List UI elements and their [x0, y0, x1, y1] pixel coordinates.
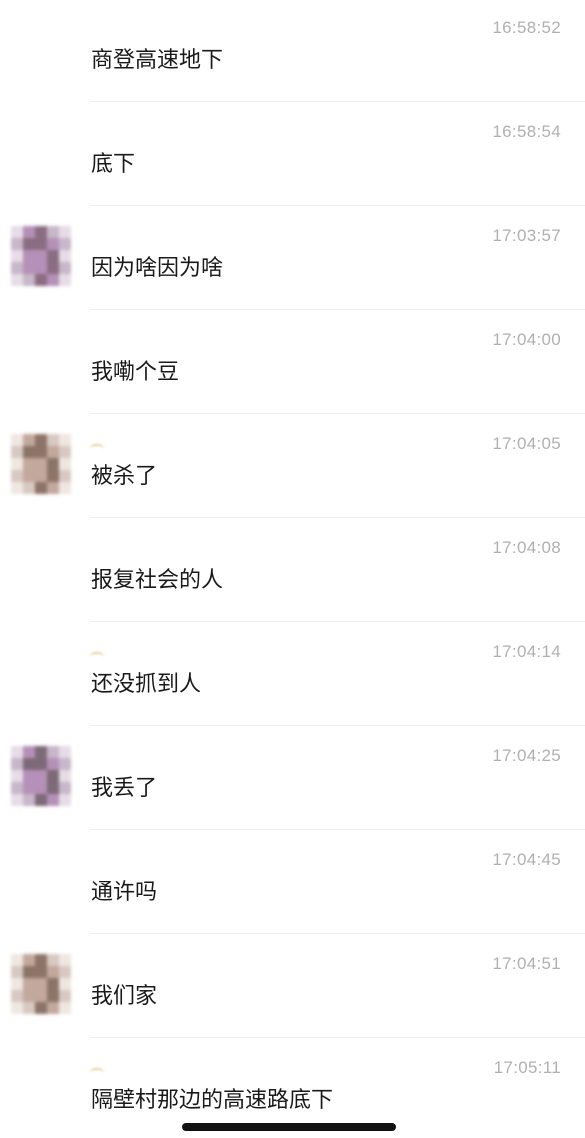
- message-item[interactable]: 17:03:57 因为啥因为啥: [0, 206, 585, 310]
- avatar[interactable]: [11, 746, 71, 806]
- message-text[interactable]: 商登高速地下: [91, 46, 223, 76]
- sender-name-redacted: [90, 438, 150, 452]
- message-text[interactable]: 我丢了: [91, 774, 157, 804]
- message-timestamp: 16:58:52: [492, 18, 561, 37]
- message-timestamp: 17:04:08: [492, 538, 561, 557]
- name-mark-icon: [90, 1068, 104, 1073]
- message-text[interactable]: 我们家: [91, 982, 157, 1012]
- message-text[interactable]: 报复社会的人: [91, 566, 223, 596]
- home-indicator[interactable]: [182, 1123, 396, 1131]
- message-text[interactable]: 因为啥因为啥: [91, 254, 223, 284]
- message-timestamp: 17:05:11: [493, 1058, 561, 1077]
- message-timestamp: 17:04:25: [492, 746, 561, 765]
- message-text[interactable]: 通许吗: [91, 878, 157, 908]
- message-timestamp: 17:04:14: [492, 642, 561, 661]
- message-item[interactable]: 17:04:51 我们家: [0, 934, 585, 1038]
- name-mark-icon: [90, 444, 104, 449]
- message-item[interactable]: 16:58:54 底下: [0, 102, 585, 206]
- chat-history-screen: 16:58:52 商登高速地下 16:58:54 底下 17:03:57 因为啥因为啥 17…: [0, 0, 585, 1138]
- message-timestamp: 17:04:45: [492, 850, 561, 869]
- message-item[interactable]: 17:04:00 我嘞个豆: [0, 310, 585, 414]
- message-text[interactable]: 我嘞个豆: [91, 358, 179, 388]
- message-item[interactable]: 17:04:14 还没抓到人: [0, 622, 585, 726]
- avatar[interactable]: [11, 226, 71, 286]
- avatar[interactable]: [11, 954, 71, 1014]
- sender-name-redacted: [90, 1062, 150, 1076]
- message-text[interactable]: 被杀了: [91, 462, 157, 492]
- message-timestamp: 17:04:05: [492, 434, 561, 453]
- message-item[interactable]: 17:04:45 通许吗: [0, 830, 585, 934]
- message-item[interactable]: 16:58:52 商登高速地下: [0, 0, 585, 102]
- message-item[interactable]: 17:04:25 我丢了: [0, 726, 585, 830]
- message-item[interactable]: 17:04:08 报复社会的人: [0, 518, 585, 622]
- message-text[interactable]: 还没抓到人: [91, 670, 201, 700]
- message-text[interactable]: 隔壁村那边的高速路底下: [91, 1086, 333, 1116]
- message-timestamp: 16:58:54: [492, 122, 561, 141]
- sender-name-redacted: [90, 646, 150, 660]
- name-mark-icon: [90, 652, 104, 657]
- message-timestamp: 17:04:00: [492, 330, 561, 349]
- message-timestamp: 17:04:51: [492, 954, 561, 973]
- message-text[interactable]: 底下: [91, 150, 135, 180]
- message-timestamp: 17:03:57: [492, 226, 561, 245]
- message-item[interactable]: 17:04:05 被杀了: [0, 414, 585, 518]
- avatar[interactable]: [11, 434, 71, 494]
